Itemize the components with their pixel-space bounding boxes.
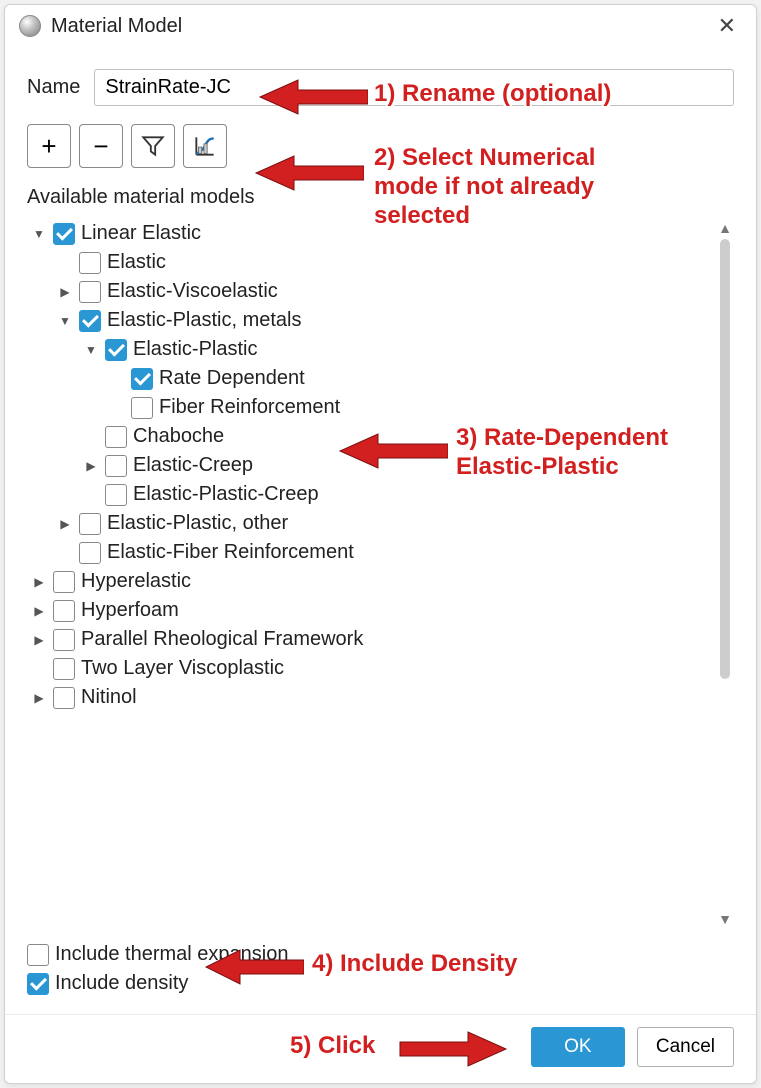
tree-container: ▼ Linear Elastic Elastic ▶ Elastic-Viscoelas… [27,215,734,932]
include-thermal-row[interactable]: Include thermal expansion [27,940,734,969]
dialog-title: Material Model [51,15,702,38]
tree-item[interactable]: ▶ Parallel Rheological Framework [31,625,714,654]
tree-checkbox[interactable] [79,542,101,564]
tree-checkbox[interactable] [105,484,127,506]
filter-icon [140,133,166,159]
bottom-options: Include thermal expansion Include densit… [27,932,734,1002]
scroll-down-icon[interactable]: ▼ [718,912,732,926]
tree-checkbox[interactable] [131,397,153,419]
tree-item-label: Parallel Rheological Framework [81,628,363,651]
tree-checkbox[interactable] [105,455,127,477]
tree-item-label: Hyperfoam [81,599,179,622]
tree-item-label: Elastic [107,251,166,274]
tree-item-label: Nitinol [81,686,137,709]
plus-icon: + [41,133,56,159]
name-label: Name [27,76,80,99]
dialog-body: Name + − [5,49,756,1014]
tree-checkbox[interactable] [53,571,75,593]
tree-item[interactable]: Fiber Reinforcement [31,393,714,422]
tree-item[interactable]: ▼ Elastic-Plastic, metals [31,306,714,335]
tree-item-label: Rate Dependent [159,367,305,390]
tree-item[interactable]: ▶ Elastic-Plastic, other [31,509,714,538]
tree-item[interactable]: ▶ Hyperelastic [31,567,714,596]
tree-item[interactable]: ▼ Linear Elastic [31,219,714,248]
name-row: Name [27,69,734,106]
caret-down-icon[interactable]: ▼ [83,342,99,358]
toolbar: + − [27,124,734,168]
tree-item[interactable]: Elastic-Fiber Reinforcement [31,538,714,567]
minus-icon: − [93,133,108,159]
tree-checkbox[interactable] [53,223,75,245]
tree-checkbox[interactable] [53,687,75,709]
caret-down-icon[interactable]: ▼ [31,226,47,242]
tree-item[interactable]: Elastic [31,248,714,277]
tree-checkbox[interactable] [79,281,101,303]
material-model-dialog: Material Model ✕ Name + − [4,4,757,1084]
tree-item-label: Elastic-Fiber Reinforcement [107,541,354,564]
tree-item[interactable]: ▶ Elastic-Viscoelastic [31,277,714,306]
close-icon: ✕ [718,13,736,38]
tree-item[interactable]: ▶ Elastic-Creep [31,451,714,480]
tree-checkbox[interactable] [105,339,127,361]
tree-item-label: Fiber Reinforcement [159,396,340,419]
numerical-mode-button[interactable] [183,124,227,168]
tree-item-label: Elastic-Plastic, metals [107,309,302,332]
tree-item[interactable]: ▼ Elastic-Plastic [31,335,714,364]
name-input[interactable] [94,69,734,106]
tree-item-label: Elastic-Plastic [133,338,257,361]
remove-button[interactable]: − [79,124,123,168]
include-thermal-label: Include thermal expansion [55,943,288,966]
tree-item-label: Two Layer Viscoplastic [81,657,284,680]
titlebar: Material Model ✕ [5,5,756,49]
app-icon [19,15,41,37]
caret-right-icon[interactable]: ▶ [31,603,47,619]
caret-right-icon[interactable]: ▶ [31,632,47,648]
caret-right-icon[interactable]: ▶ [57,284,73,300]
scroll-up-icon[interactable]: ▲ [718,221,732,235]
scrollbar-thumb[interactable] [720,239,730,679]
caret-right-icon[interactable]: ▶ [31,574,47,590]
tree-item-label: Elastic-Plastic-Creep [133,483,319,506]
tree-item-label: Hyperelastic [81,570,191,593]
available-models-label: Available material models [27,186,734,209]
include-density-row[interactable]: Include density [27,969,734,998]
tree-item[interactable]: Chaboche [31,422,714,451]
tree-item[interactable]: Elastic-Plastic-Creep [31,480,714,509]
tree-checkbox[interactable] [53,658,75,680]
tree-scrollbar[interactable]: ▲ ▼ [718,221,732,926]
caret-right-icon[interactable]: ▶ [57,516,73,532]
close-button[interactable]: ✕ [712,13,742,39]
include-density-checkbox[interactable] [27,973,49,995]
filter-button[interactable] [131,124,175,168]
ok-button[interactable]: OK [531,1027,625,1067]
tree-item[interactable]: Rate Dependent [31,364,714,393]
include-density-label: Include density [55,972,188,995]
tree-item[interactable]: ▶ Nitinol [31,683,714,712]
tree-checkbox[interactable] [131,368,153,390]
chart-icon [192,133,218,159]
tree-checkbox[interactable] [53,629,75,651]
caret-right-icon[interactable]: ▶ [31,690,47,706]
add-button[interactable]: + [27,124,71,168]
tree-checkbox[interactable] [79,310,101,332]
include-thermal-checkbox[interactable] [27,944,49,966]
cancel-button[interactable]: Cancel [637,1027,734,1067]
tree-checkbox[interactable] [105,426,127,448]
tree-item-label: Elastic-Creep [133,454,253,477]
tree-item[interactable]: Two Layer Viscoplastic [31,654,714,683]
caret-down-icon[interactable]: ▼ [57,313,73,329]
tree-item-label: Linear Elastic [81,222,201,245]
material-tree[interactable]: ▼ Linear Elastic Elastic ▶ Elastic-Viscoelas… [27,215,734,932]
tree-item[interactable]: ▶ Hyperfoam [31,596,714,625]
tree-checkbox[interactable] [79,513,101,535]
tree-checkbox[interactable] [53,600,75,622]
tree-checkbox[interactable] [79,252,101,274]
tree-item-label: Elastic-Plastic, other [107,512,288,535]
dialog-footer: OK Cancel [5,1014,756,1083]
tree-item-label: Elastic-Viscoelastic [107,280,278,303]
caret-right-icon[interactable]: ▶ [83,458,99,474]
tree-item-label: Chaboche [133,425,224,448]
